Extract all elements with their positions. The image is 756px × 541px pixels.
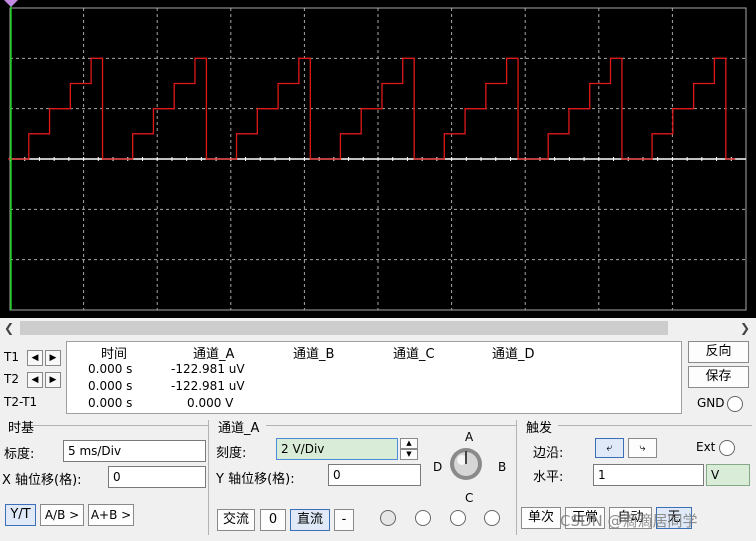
cursor-readout-panel: T1 ◀ ▶ T2 ◀ ▶ T2-T1 时间 通道_A 通道_B 通道_C 通道… xyxy=(0,338,756,416)
t1-time: 0.000 s xyxy=(88,362,133,376)
single-trigger-button[interactable]: 单次 xyxy=(521,507,561,529)
knob-label-d: D xyxy=(433,460,443,474)
scope-display xyxy=(4,0,747,311)
invert-button[interactable]: - xyxy=(334,509,354,531)
trigger-group-line xyxy=(558,425,752,426)
t1-channel-a: -122.981 uV xyxy=(171,362,245,376)
t2-t1-channel-a: 0.000 V xyxy=(187,396,234,410)
zero-coupling-button[interactable]: 0 xyxy=(260,509,286,531)
cursor-t1-marker-icon xyxy=(4,0,18,7)
channel-radio-2[interactable] xyxy=(415,510,431,526)
trigger-level-unit[interactable]: V xyxy=(706,464,750,486)
oscilloscope-screen xyxy=(0,0,756,318)
apb-mode-button[interactable]: A+B > xyxy=(88,504,134,526)
scale-down-icon[interactable]: ▼ xyxy=(400,449,418,460)
knob-label-b: B xyxy=(498,460,507,474)
timebase-divider xyxy=(208,420,209,535)
t2-t1-time: 0.000 s xyxy=(88,396,133,410)
t1-left-arrow-icon[interactable]: ◀ xyxy=(27,350,43,366)
t2-channel-a: -122.981 uV xyxy=(171,379,245,393)
t2-time: 0.000 s xyxy=(88,379,133,393)
falling-edge-icon[interactable]: ⤷ xyxy=(628,438,657,458)
scroll-thumb[interactable] xyxy=(20,321,668,335)
t2-right-arrow-icon[interactable]: ▶ xyxy=(45,372,61,388)
header-channel-b: 通道_B xyxy=(293,347,335,362)
header-time: 时间 xyxy=(101,347,128,362)
channel-radio-4[interactable] xyxy=(484,510,500,526)
y-position-label: Y 轴位移(格): xyxy=(216,472,295,487)
t1-right-arrow-icon[interactable]: ▶ xyxy=(45,350,61,366)
row-label-t1: T1 xyxy=(4,350,19,364)
header-channel-a: 通道_A xyxy=(193,347,235,362)
measurement-table: 时间 通道_A 通道_B 通道_C 通道_D 0.000 s -122.981 … xyxy=(66,341,682,414)
row-label-t2: T2 xyxy=(4,372,19,386)
channel-a-divider xyxy=(516,420,517,535)
horizontal-scrollbar[interactable]: ❮ ❯ xyxy=(0,318,756,338)
ab-mode-button[interactable]: A/B > xyxy=(40,504,84,526)
channel-a-group-line xyxy=(266,425,516,426)
t2-left-arrow-icon[interactable]: ◀ xyxy=(27,372,43,388)
yt-mode-button[interactable]: Y/T xyxy=(5,504,36,526)
rising-edge-icon[interactable]: ⤶ xyxy=(595,438,624,458)
ac-coupling-button[interactable]: 交流 xyxy=(217,509,255,531)
trigger-level-field[interactable]: 1 xyxy=(593,464,704,486)
header-channel-d: 通道_D xyxy=(492,347,535,362)
gnd-radio[interactable] xyxy=(727,396,743,412)
x-position-field[interactable]: 0 xyxy=(108,466,206,488)
timebase-title: 时基 xyxy=(8,421,35,436)
channel-radio-1[interactable] xyxy=(380,510,396,526)
ext-label: Ext xyxy=(696,440,716,454)
dc-coupling-button[interactable]: 直流 xyxy=(290,509,330,531)
channel-a-scale-label: 刻度: xyxy=(216,446,247,461)
watermark: CSDN @滴滴居同学 xyxy=(560,512,698,530)
edge-label: 边沿: xyxy=(533,446,564,461)
knob-label-a: A xyxy=(465,430,474,444)
ext-radio[interactable] xyxy=(719,440,735,456)
save-button[interactable]: 保存 xyxy=(688,366,749,388)
level-label: 水平: xyxy=(533,470,564,485)
knob-label-c: C xyxy=(465,491,474,505)
timebase-scale-label: 标度: xyxy=(4,447,35,462)
scroll-left-icon[interactable]: ❮ xyxy=(0,318,18,338)
row-label-t2-t1: T2-T1 xyxy=(4,395,38,409)
x-position-label: X 轴位移(格): xyxy=(2,473,82,488)
trigger-title: 触发 xyxy=(526,421,553,436)
channel-radio-3[interactable] xyxy=(450,510,466,526)
timebase-group-line xyxy=(24,425,208,426)
channel-a-trace xyxy=(8,57,736,160)
reverse-button[interactable]: 反向 xyxy=(688,341,749,363)
timebase-scale-field[interactable]: 5 ms/Div xyxy=(63,440,206,462)
scroll-right-icon[interactable]: ❯ xyxy=(736,318,754,338)
channel-a-scale-field[interactable]: 2 V/Div xyxy=(276,438,398,460)
header-channel-c: 通道_C xyxy=(393,347,435,362)
channel-selector-knob-icon[interactable] xyxy=(448,446,484,482)
y-position-field[interactable]: 0 xyxy=(328,464,421,486)
channel-a-title: 通道_A xyxy=(218,421,260,436)
scale-up-icon[interactable]: ▲ xyxy=(400,438,418,449)
gnd-label: GND xyxy=(697,396,725,410)
